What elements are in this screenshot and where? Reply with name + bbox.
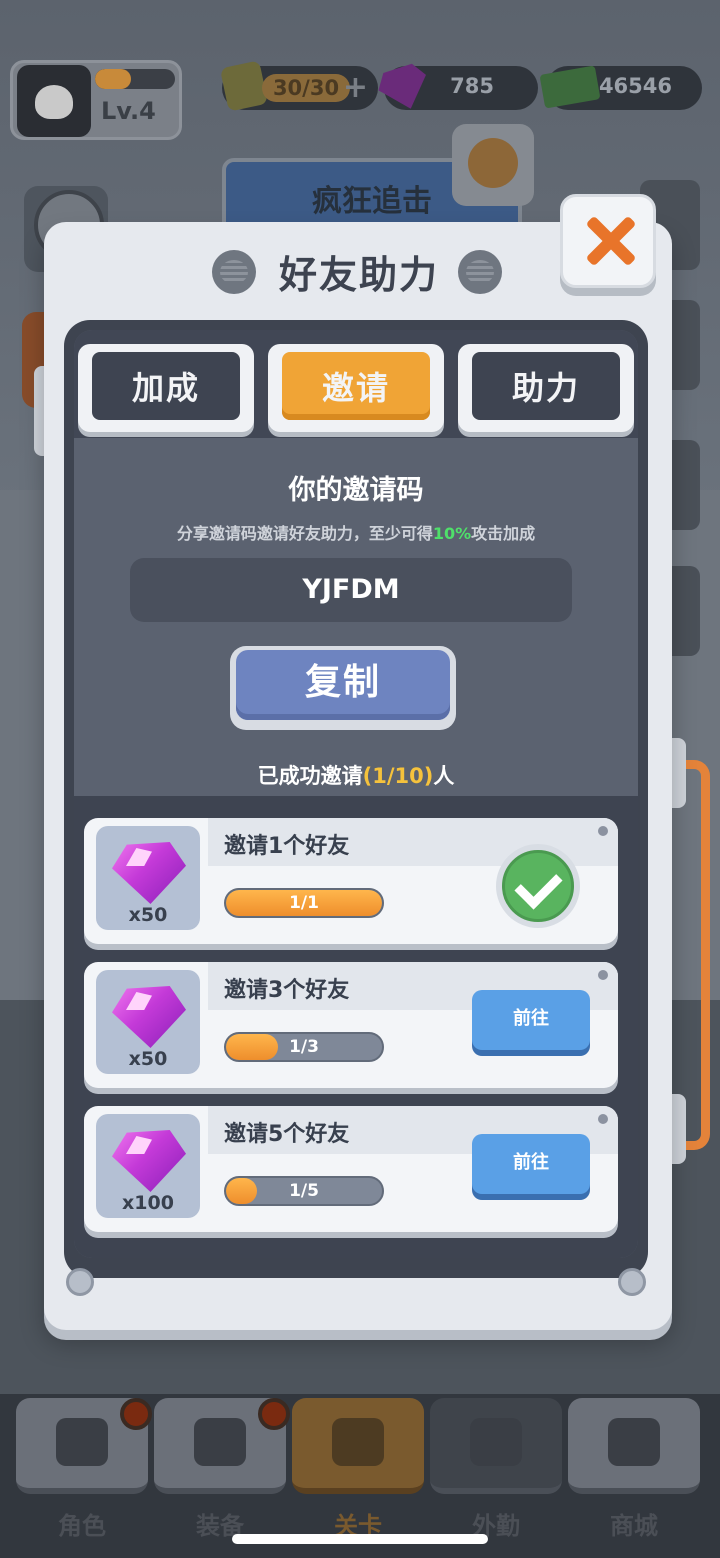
reward-quantity: x50 — [128, 1048, 168, 1070]
reward-row: x50 邀请3个好友 1/3 前往 — [84, 962, 618, 1088]
notification-dot — [258, 1398, 290, 1430]
gem-counter[interactable]: 785 — [384, 66, 538, 110]
invited-prefix: 已成功邀请 — [257, 764, 363, 788]
bolt-icon — [618, 1268, 646, 1296]
energy-value: 30/30 — [262, 74, 350, 102]
shop-icon — [608, 1418, 660, 1466]
energy-counter[interactable]: 30/30 + — [219, 60, 378, 112]
gem-icon — [112, 982, 186, 1048]
cash-value: 46546 — [598, 74, 672, 98]
player-avatar-panel[interactable]: Lv.4 — [10, 60, 182, 140]
gem-icon — [112, 838, 186, 904]
tab-bonus[interactable]: 加成 — [78, 344, 254, 432]
reward-icon-box: x50 — [96, 970, 200, 1074]
reward-quantity: x50 — [128, 904, 168, 926]
invited-count: 已成功邀请(1/10)人 — [74, 760, 638, 790]
gun-icon — [194, 1418, 246, 1466]
gem-value: 785 — [450, 74, 494, 98]
nav-button[interactable] — [430, 1398, 562, 1494]
reward-row: x50 邀请1个好友 1/1 — [84, 818, 618, 944]
progress-text: 1/1 — [289, 893, 319, 913]
nav-label: 商城 — [610, 1512, 658, 1540]
reward-icon-box: x100 — [96, 1114, 200, 1218]
invited-number: (1/10) — [362, 764, 434, 788]
invite-description-text: 分享邀请码邀请好友助力，至少可得 — [176, 524, 433, 543]
reward-title: 邀请1个好友 — [224, 834, 350, 859]
claimed-check-icon — [496, 844, 580, 928]
notification-dot — [120, 1398, 152, 1430]
nav-button[interactable] — [292, 1398, 424, 1494]
close-button[interactable] — [560, 194, 656, 288]
xp-bar-fill — [95, 69, 131, 89]
invite-description-suffix: 攻击加成 — [471, 524, 536, 543]
invited-suffix: 人 — [433, 764, 455, 788]
friend-assist-modal: 好友助力 加成 邀请 助力 你的邀请码 分享邀请码邀请好友助力，至少可得10%攻… — [44, 222, 672, 1330]
reward-quantity: x100 — [122, 1192, 174, 1214]
tab-invite[interactable]: 邀请 — [268, 344, 444, 432]
xp-bar — [95, 69, 175, 89]
go-button[interactable]: 前往 — [472, 1134, 590, 1194]
modal-handle — [676, 760, 710, 1150]
bolt-icon — [66, 1268, 94, 1296]
bonus-percent: 10% — [432, 524, 472, 543]
skull-avatar-icon — [17, 65, 91, 137]
home-indicator — [232, 1534, 488, 1544]
cash-counter[interactable]: 46546 — [539, 65, 702, 110]
map-pin-icon — [332, 1418, 384, 1466]
invite-code-section: 你的邀请码 分享邀请码邀请好友助力，至少可得10%攻击加成 YJFDM 复制 已… — [74, 438, 638, 796]
tab-label: 邀请 — [282, 352, 430, 420]
tab-bar: 加成 邀请 助力 — [74, 330, 638, 438]
copy-button[interactable]: 复制 — [230, 646, 456, 730]
invite-description: 分享邀请码邀请好友助力，至少可得10%攻击加成 — [74, 520, 638, 544]
screw-icon — [458, 250, 502, 294]
tab-label: 加成 — [92, 352, 240, 420]
stopwatch-icon[interactable] — [452, 124, 534, 206]
close-icon — [585, 215, 637, 267]
reward-title: 邀请3个好友 — [224, 978, 350, 1003]
lock-icon — [470, 1418, 522, 1466]
nav-label: 角色 — [58, 1512, 106, 1540]
reward-row: x100 邀请5个好友 1/5 前往 — [84, 1106, 618, 1232]
battery-icon — [219, 60, 269, 112]
player-level: Lv.4 — [101, 97, 156, 125]
gem-icon — [112, 1126, 186, 1192]
add-energy-icon[interactable]: + — [343, 70, 368, 105]
invite-code-heading: 你的邀请码 — [288, 475, 424, 506]
modal-header: 好友助力 — [44, 222, 554, 322]
copy-button-label: 复制 — [236, 650, 450, 720]
nav-button[interactable] — [568, 1398, 700, 1494]
reward-list: x50 邀请1个好友 1/1 x50 邀请3个好友 1/3 前往 x100 邀请5个好友 1/5 前… — [74, 796, 638, 1258]
rivet-icon — [598, 1114, 608, 1124]
progress-text: 1/3 — [289, 1037, 319, 1057]
invite-code-field[interactable]: YJFDM — [130, 558, 572, 622]
tab-label: 助力 — [472, 352, 620, 420]
tab-assist[interactable]: 助力 — [458, 344, 634, 432]
reward-title: 邀请5个好友 — [224, 1122, 350, 1147]
go-button[interactable]: 前往 — [472, 990, 590, 1050]
rivet-icon — [598, 970, 608, 980]
reward-progress-bar: 1/3 — [224, 1032, 384, 1062]
skull-icon — [56, 1418, 108, 1466]
rivet-icon — [598, 826, 608, 836]
reward-progress-bar: 1/1 — [224, 888, 384, 918]
reward-progress-bar: 1/5 — [224, 1176, 384, 1206]
modal-content-frame: 加成 邀请 助力 你的邀请码 分享邀请码邀请好友助力，至少可得10%攻击加成 Y… — [64, 320, 648, 1278]
modal-content: 加成 邀请 助力 你的邀请码 分享邀请码邀请好友助力，至少可得10%攻击加成 Y… — [74, 330, 638, 1258]
reward-icon-box: x50 — [96, 826, 200, 930]
progress-text: 1/5 — [289, 1181, 319, 1201]
